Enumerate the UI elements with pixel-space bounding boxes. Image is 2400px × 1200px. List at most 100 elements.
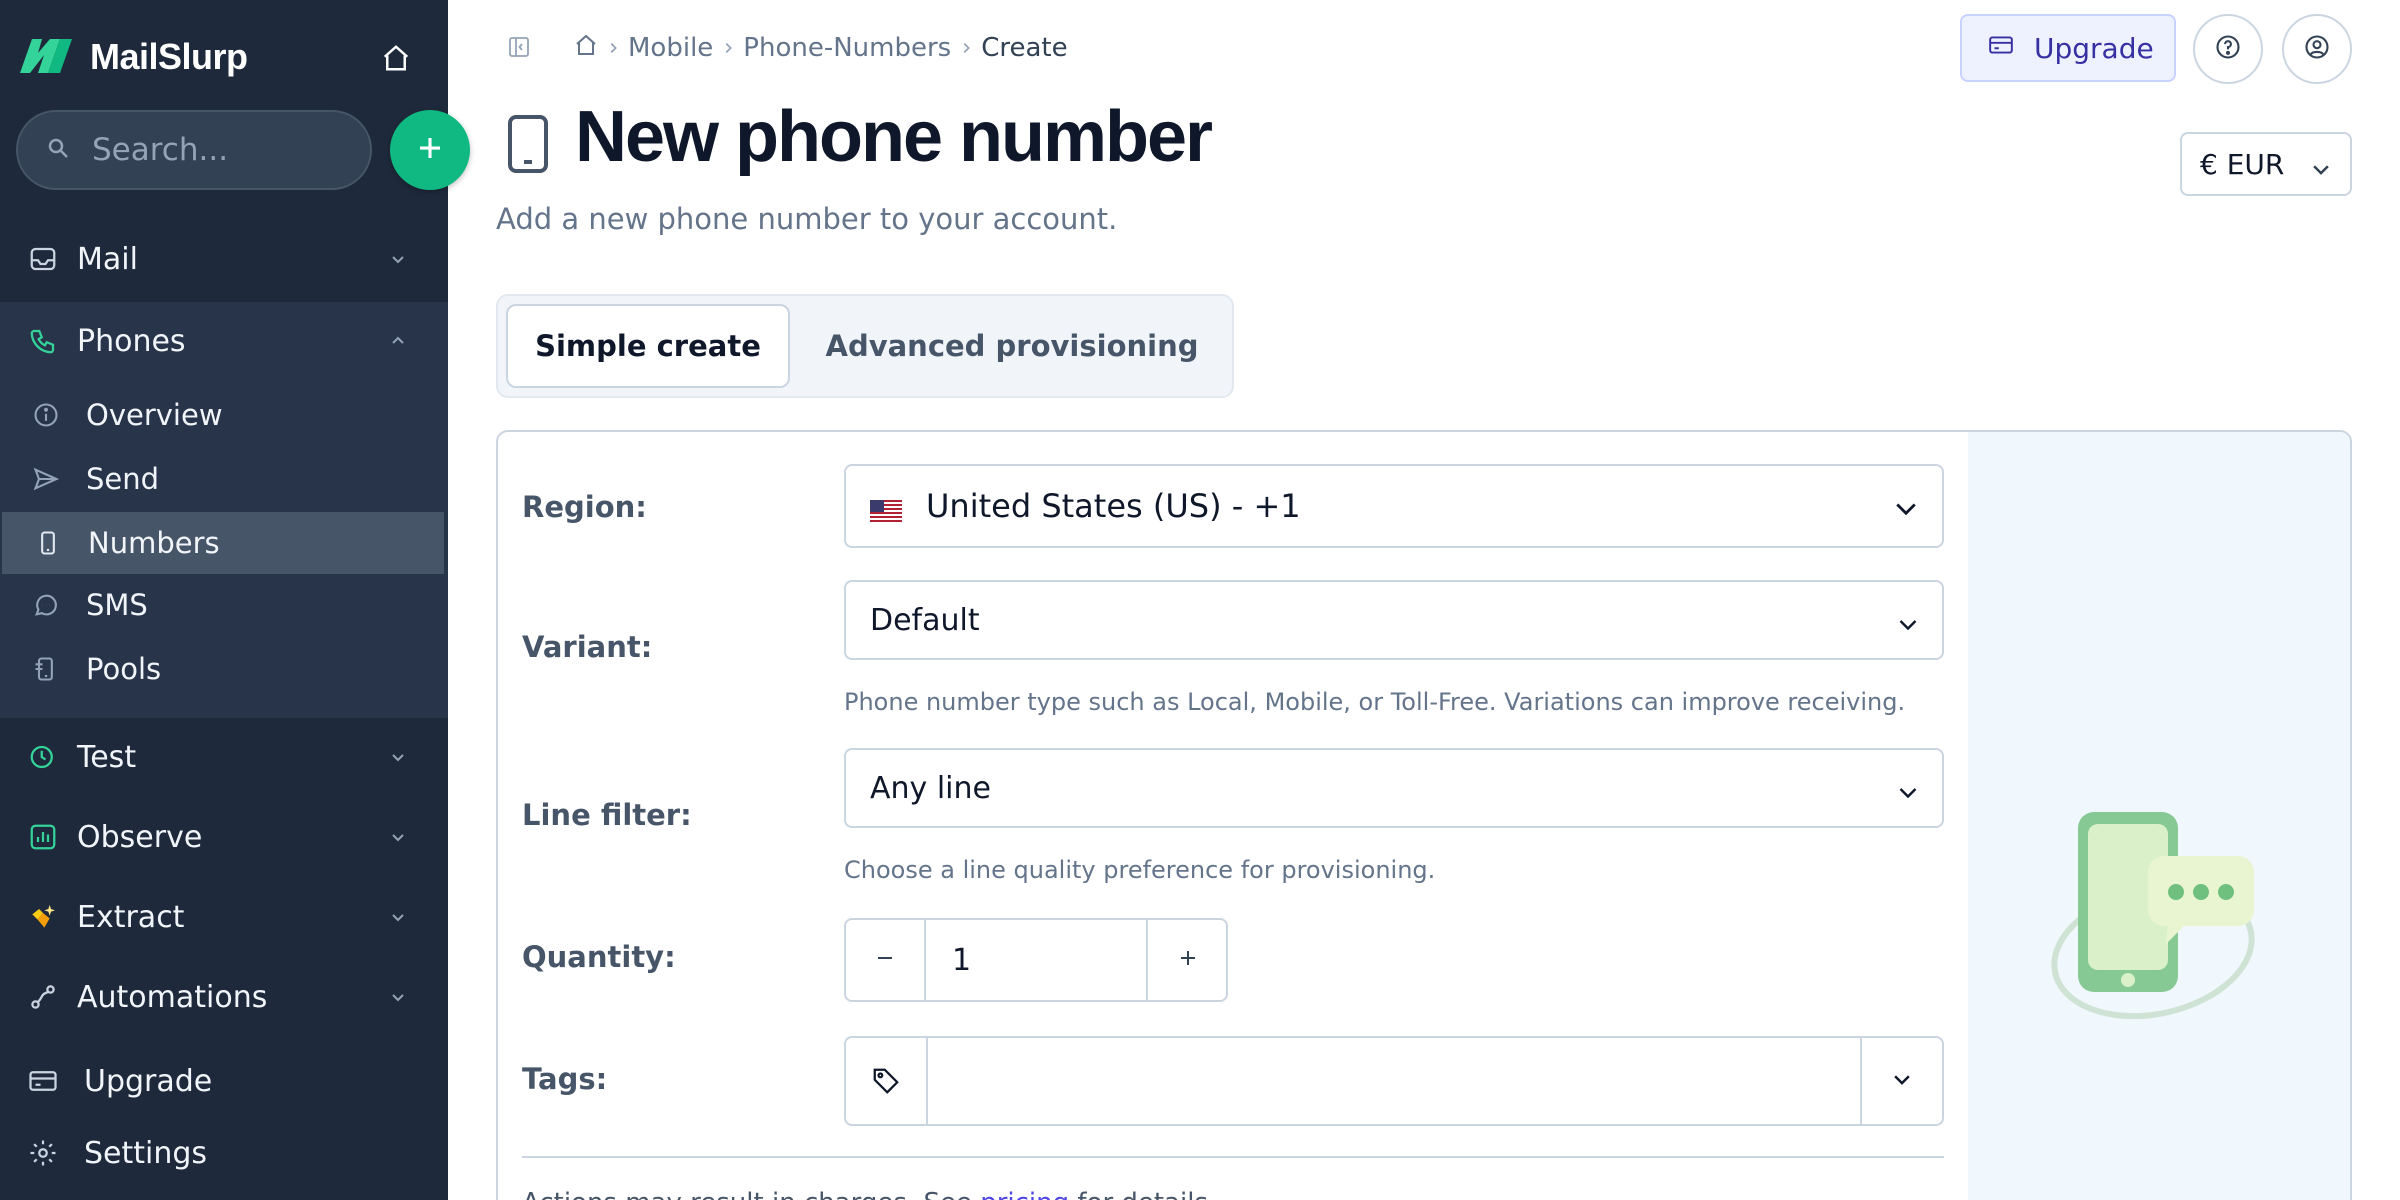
sidebar-item-upgrade[interactable]: Upgrade xyxy=(0,1056,448,1106)
tags-field xyxy=(844,1036,1944,1126)
plus-icon xyxy=(415,133,445,167)
sidebar-item-test[interactable]: Test xyxy=(0,732,448,782)
currency-select[interactable]: € EUR xyxy=(2180,132,2352,196)
tab-simple-create[interactable]: Simple create xyxy=(506,304,790,388)
line-filter-select[interactable]: Any line xyxy=(844,748,1944,828)
page-title: New phone number xyxy=(575,97,1213,177)
sidebar-subitem-label: SMS xyxy=(86,588,148,622)
sidebar-item-pools[interactable]: Pools xyxy=(0,638,448,700)
tab-advanced-provisioning[interactable]: Advanced provisioning xyxy=(796,304,1228,388)
chevron-down-icon xyxy=(386,247,410,271)
credit-card-icon xyxy=(26,1064,60,1098)
minus-icon xyxy=(873,946,897,974)
tags-input[interactable] xyxy=(936,1052,1836,1108)
home-icon[interactable] xyxy=(374,36,418,80)
upgrade-label: Upgrade xyxy=(2034,31,2154,65)
smartphone-icon xyxy=(506,114,550,174)
info-icon xyxy=(30,399,62,431)
workflow-icon xyxy=(26,980,60,1014)
chevron-down-icon xyxy=(1892,494,1920,530)
mailslurp-logo-icon xyxy=(18,35,74,79)
illustration-panel xyxy=(1968,432,2350,1200)
breadcrumb-current: Create xyxy=(981,33,1068,63)
variant-help-text: Phone number type such as Local, Mobile,… xyxy=(844,688,1906,716)
variant-select[interactable]: Default xyxy=(844,580,1944,660)
increment-button[interactable] xyxy=(1148,920,1228,1000)
chevron-down-icon xyxy=(386,985,410,1009)
brand[interactable]: MailSlurp xyxy=(18,34,248,80)
plus-icon xyxy=(1176,946,1200,974)
chevron-up-icon xyxy=(386,329,410,353)
phone-call-icon xyxy=(26,324,60,358)
sidebar-item-label: Mail xyxy=(77,241,138,277)
sidebar-item-label: Phones xyxy=(77,323,186,359)
help-button[interactable] xyxy=(2193,14,2263,84)
tag-icon xyxy=(846,1038,928,1124)
footnote-text-end: for details. xyxy=(1069,1188,1216,1200)
sidebar-item-label: Settings xyxy=(84,1135,208,1171)
credit-card-icon xyxy=(1986,32,2016,65)
tags-dropdown-button[interactable] xyxy=(1860,1038,1942,1124)
sidebar: MailSlurp Mail Phones Overview Send Num xyxy=(0,0,448,1200)
sidebar-item-settings[interactable]: Settings xyxy=(0,1128,448,1178)
create-new-button[interactable] xyxy=(390,110,470,190)
breadcrumb-home-icon[interactable] xyxy=(574,33,598,64)
page-subtitle: Add a new phone number to your account. xyxy=(496,202,1118,236)
pricing-link[interactable]: pricing xyxy=(980,1188,1069,1200)
sidebar-subitem-label: Numbers xyxy=(88,526,220,560)
breadcrumb-separator-icon xyxy=(721,41,735,55)
sidebar-item-numbers[interactable]: Numbers xyxy=(2,512,444,574)
chevron-down-icon xyxy=(1896,777,1920,812)
decrement-button[interactable] xyxy=(846,920,926,1000)
breadcrumb-separator-icon xyxy=(959,41,973,55)
region-value: United States (US) - +1 xyxy=(926,487,1301,525)
test-clock-icon xyxy=(26,740,60,774)
line-filter-help-text: Choose a line quality preference for pro… xyxy=(844,856,1436,884)
phone-pool-icon xyxy=(30,653,62,685)
sidebar-item-extract[interactable]: Extract xyxy=(0,892,448,942)
gear-icon xyxy=(26,1136,60,1170)
sidebar-item-label: Upgrade xyxy=(84,1063,213,1099)
sidebar-subitem-label: Overview xyxy=(86,398,223,432)
sidebar-item-observe[interactable]: Observe xyxy=(0,812,448,862)
extract-sparkle-icon xyxy=(26,900,60,934)
breadcrumb: Mobile Phone-Numbers Create xyxy=(574,28,1068,68)
phone-chat-illustration xyxy=(2051,812,2255,1020)
user-circle-icon xyxy=(2303,33,2331,65)
send-icon xyxy=(30,463,62,495)
chevron-down-icon xyxy=(386,745,410,769)
sidebar-toggle-icon[interactable] xyxy=(504,32,534,62)
inbox-icon xyxy=(26,242,60,276)
quantity-label: Quantity: xyxy=(522,940,676,974)
region-select[interactable]: United States (US) - +1 xyxy=(844,464,1944,548)
line-filter-label: Line filter: xyxy=(522,798,692,832)
account-button[interactable] xyxy=(2282,14,2352,84)
sidebar-subitem-label: Send xyxy=(86,462,160,496)
sidebar-item-phones[interactable]: Phones xyxy=(0,316,448,366)
create-phone-form: Region: United States (US) - +1 Variant:… xyxy=(496,430,2352,1200)
pricing-footnote: Actions may result in charges. See prici… xyxy=(522,1188,1216,1200)
sidebar-item-send[interactable]: Send xyxy=(0,448,448,510)
sidebar-item-sms[interactable]: SMS xyxy=(0,574,448,636)
sidebar-subitem-label: Pools xyxy=(86,652,162,686)
sidebar-item-mail[interactable]: Mail xyxy=(0,234,448,284)
sidebar-item-overview[interactable]: Overview xyxy=(0,384,448,446)
chevron-down-icon xyxy=(1891,1068,1913,1094)
phones-group: Phones Overview Send Numbers SMS Pools xyxy=(0,302,448,718)
breadcrumb-item[interactable]: Mobile xyxy=(628,33,713,63)
chevron-down-icon xyxy=(386,905,410,929)
sidebar-item-label: Automations xyxy=(77,979,268,1015)
us-flag-icon xyxy=(870,495,902,522)
breadcrumb-separator-icon xyxy=(606,41,620,55)
tags-label: Tags: xyxy=(522,1062,608,1096)
breadcrumb-item[interactable]: Phone-Numbers xyxy=(743,33,951,63)
quantity-stepper: 1 xyxy=(844,918,1228,1002)
upgrade-button[interactable]: Upgrade xyxy=(1960,14,2176,82)
sidebar-item-label: Extract xyxy=(77,899,185,935)
chevron-down-icon xyxy=(2310,154,2332,187)
chevron-down-icon xyxy=(386,825,410,849)
quantity-input[interactable]: 1 xyxy=(926,920,1148,1000)
sidebar-item-automations[interactable]: Automations xyxy=(0,972,448,1022)
search-input[interactable] xyxy=(92,132,352,168)
line-filter-value: Any line xyxy=(870,770,991,806)
